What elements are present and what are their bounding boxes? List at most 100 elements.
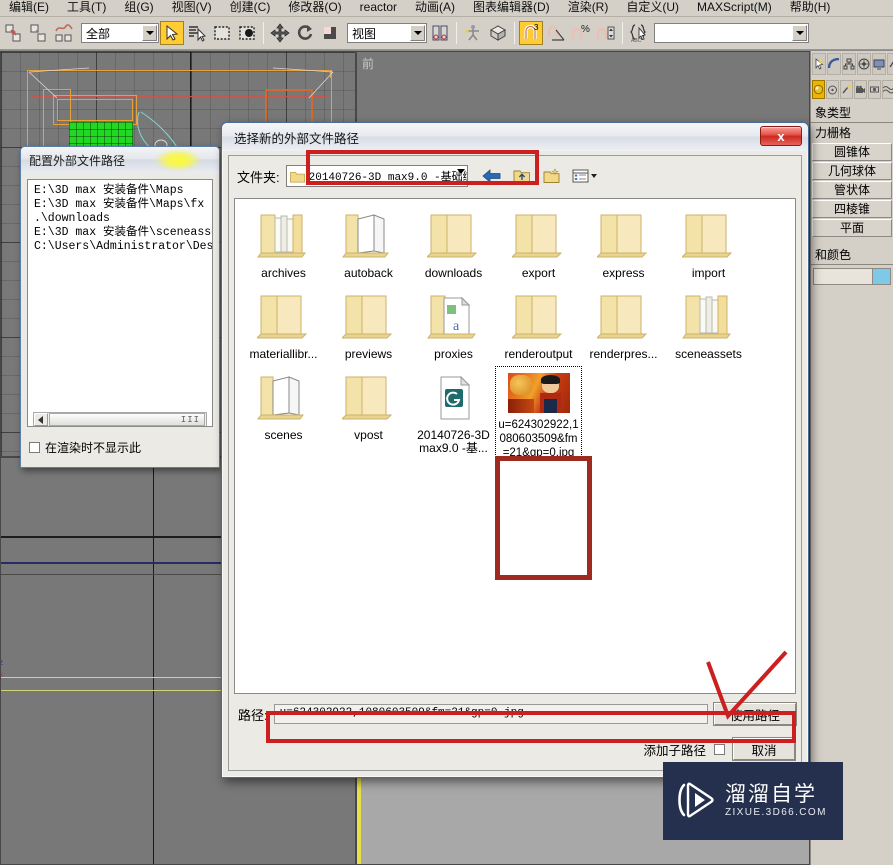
motion-tab-icon[interactable] — [857, 53, 871, 75]
menu-item-11[interactable]: MAXScript(M) — [688, 0, 781, 14]
bind-space-warp-icon[interactable] — [52, 21, 76, 45]
hide-on-render-checkbox[interactable] — [29, 442, 40, 453]
file-item[interactable]: import — [666, 205, 751, 280]
object-type-button-1[interactable]: 几何球体 — [812, 162, 892, 180]
selection-filter-combo[interactable]: 全部 — [81, 23, 159, 43]
file-item[interactable]: renderoutput — [496, 286, 581, 361]
object-type-button-4[interactable]: 平面 — [812, 219, 892, 237]
file-item[interactable]: autoback — [326, 205, 411, 280]
file-item[interactable]: materiallibr... — [241, 286, 326, 361]
menu-item-1[interactable]: 工具(T) — [58, 0, 115, 14]
menu-item-12[interactable]: 帮助(H) — [781, 0, 840, 14]
select-by-name-icon[interactable] — [185, 21, 209, 45]
horizontal-scrollbar[interactable]: III — [33, 412, 207, 426]
file-item[interactable]: archives — [241, 205, 326, 280]
object-type-button-0[interactable]: 圆锥体 — [812, 143, 892, 161]
unlink-icon[interactable] — [27, 21, 51, 45]
scrollbar-thumb[interactable]: III — [49, 413, 205, 426]
object-type-button-3[interactable]: 四棱锥 — [812, 200, 892, 218]
create-tab-icon[interactable] — [812, 53, 826, 75]
up-one-level-icon[interactable] — [510, 165, 534, 187]
menu-item-5[interactable]: 修改器(O) — [279, 0, 350, 14]
close-icon[interactable]: x — [760, 126, 802, 146]
space-warps-icon[interactable] — [882, 79, 893, 99]
shapes-icon[interactable] — [826, 79, 839, 99]
chevron-down-icon[interactable] — [792, 25, 807, 41]
file-item[interactable]: sceneassets — [666, 286, 751, 361]
menu-item-2[interactable]: 组(G) — [115, 0, 162, 14]
external-path-item[interactable]: C:\Users\Administrator\Desktop — [34, 240, 212, 254]
folder-combo-value: 20140726-3D max9.0 -基础练习 — [308, 172, 467, 184]
views-menu-icon[interactable] — [570, 165, 600, 187]
file-item[interactable]: express — [581, 205, 666, 280]
snap-toggle-icon[interactable]: 3 — [519, 21, 543, 45]
file-item-selected[interactable]: u=624302922,1080603509&fm=21&gp=0.jpg — [495, 366, 582, 461]
external-paths-listbox[interactable]: E:\3D max 安装备件\Maps E:\3D max 安装备件\Maps\f… — [27, 179, 213, 427]
file-item[interactable]: previews — [326, 286, 411, 361]
lights-icon[interactable] — [840, 79, 853, 99]
file-item[interactable]: vpost — [326, 367, 411, 460]
menu-item-3[interactable]: 视图(V) — [163, 0, 221, 14]
external-path-item[interactable]: E:\3D max 安装备件\Maps\fx — [34, 198, 208, 212]
modify-tab-icon[interactable] — [827, 53, 841, 75]
external-path-item[interactable]: E:\3D max 安装备件\sceneassets — [34, 226, 212, 240]
menu-item-9[interactable]: 渲染(R) — [559, 0, 618, 14]
file-item[interactable]: downloads — [411, 205, 496, 280]
window-crossing-icon[interactable] — [235, 21, 259, 45]
menu-item-0[interactable]: 编辑(E) — [0, 0, 58, 14]
spinner-snap-icon[interactable] — [594, 21, 618, 45]
file-item-label: express — [602, 267, 645, 280]
menu-item-4[interactable]: 创建(C) — [221, 0, 280, 14]
file-item[interactable]: scenes — [241, 367, 326, 460]
menu-item-8[interactable]: 图表编辑器(D) — [464, 0, 559, 14]
hide-on-render-row[interactable]: 在渲染时不显示此 — [29, 439, 141, 456]
path-input[interactable]: u=624302922,1080603509&fm=21&gp=0.jpg — [273, 704, 708, 724]
cameras-icon[interactable] — [854, 79, 867, 99]
select-new-external-path-dialog[interactable]: 选择新的外部文件路径 x 文件夹: 20140726-3D max9.0 -基础… — [221, 122, 809, 778]
external-path-item[interactable]: E:\3D max 安装备件\Maps — [34, 184, 208, 198]
config-dialog-titlebar: 配置外部文件路径 — [21, 147, 219, 173]
align-icon[interactable] — [486, 21, 510, 45]
named-selection-sets-combo[interactable] — [654, 23, 809, 43]
chevron-down-icon[interactable] — [456, 169, 465, 174]
object-name-field[interactable] — [813, 268, 891, 285]
angle-snap-icon[interactable] — [544, 21, 568, 45]
scroll-left-icon[interactable] — [34, 413, 48, 426]
menu-item-6[interactable]: reactor — [351, 0, 406, 14]
use-path-button[interactable]: 使用路径 — [714, 703, 796, 725]
chevron-down-icon[interactable] — [142, 25, 157, 41]
helpers-icon[interactable] — [868, 79, 881, 99]
select-and-scale-icon[interactable] — [318, 21, 342, 45]
folder-combo[interactable]: 20140726-3D max9.0 -基础练习 — [285, 165, 468, 187]
percent-snap-icon[interactable]: % — [569, 21, 593, 45]
menu-item-7[interactable]: 动画(A) — [406, 0, 464, 14]
rectangular-select-region-icon[interactable] — [210, 21, 234, 45]
file-item[interactable]: renderpres... — [581, 286, 666, 361]
back-arrow-icon[interactable] — [480, 165, 504, 187]
external-path-item[interactable]: .\downloads — [34, 212, 208, 226]
configure-external-paths-dialog[interactable]: 配置外部文件路径 E:\3D max 安装备件\Maps E:\3D max 安装… — [20, 146, 220, 468]
file-item[interactable]: 20140726-3D max9.0 -基... — [411, 367, 496, 460]
geometry-icon[interactable] — [812, 79, 825, 99]
object-type-button-2[interactable]: 管状体 — [812, 181, 892, 199]
edit-named-selection-icon[interactable]: ABC — [627, 21, 651, 45]
cancel-button[interactable]: 取消 — [733, 738, 795, 760]
select-and-rotate-icon[interactable] — [293, 21, 317, 45]
chevron-down-icon[interactable] — [410, 25, 425, 41]
file-item[interactable]: export — [496, 205, 581, 280]
new-folder-icon[interactable] — [540, 165, 564, 187]
hierarchy-tab-icon[interactable] — [842, 53, 856, 75]
utilities-tab-icon[interactable] — [887, 53, 893, 75]
select-and-move-icon[interactable] — [268, 21, 292, 45]
use-pivot-center-icon[interactable] — [428, 21, 452, 45]
file-list[interactable]: archives autoback downloads export express im… — [234, 198, 796, 694]
file-item[interactable]: a proxies — [411, 286, 496, 361]
select-link-icon[interactable] — [2, 21, 26, 45]
object-color-swatch[interactable] — [872, 269, 890, 284]
reference-coordinate-combo[interactable]: 视图 — [347, 23, 427, 43]
mirror-icon[interactable] — [461, 21, 485, 45]
menu-item-10[interactable]: 自定义(U) — [617, 0, 688, 14]
add-subpath-checkbox[interactable] — [714, 743, 725, 755]
select-object-icon[interactable] — [160, 21, 184, 45]
display-tab-icon[interactable] — [872, 53, 886, 75]
